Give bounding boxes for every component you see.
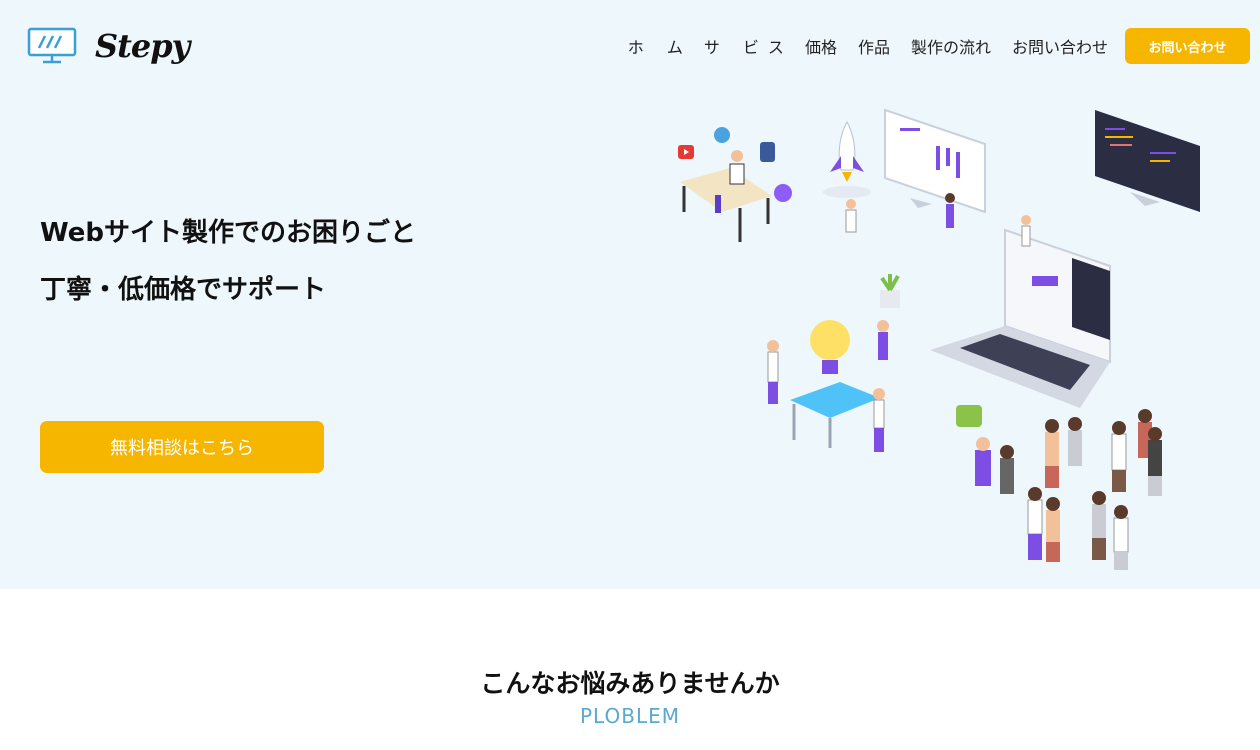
problem-section-subtitle: PLOBLEM	[580, 704, 680, 728]
hero-illustration	[678, 108, 1200, 570]
problem-section-title: こんなお悩みありませんか	[480, 669, 780, 698]
facebook-icon	[760, 142, 775, 162]
instagram-icon	[774, 184, 792, 202]
nav-contact[interactable]: お問い合わせ	[1012, 34, 1108, 58]
headline-line-2: 丁寧・低価格でサポート	[40, 275, 327, 305]
main-nav: ホ ム サ ビス 価格 作品 製作の流れ お問い合わせ	[628, 34, 1108, 58]
lightbulb-icon	[810, 320, 850, 374]
site-logo[interactable]: Stepy	[27, 26, 190, 66]
rocket-icon	[823, 120, 871, 198]
twitter-icon	[714, 127, 730, 143]
meeting-table	[790, 382, 880, 448]
nav-service[interactable]: サ ビス	[704, 34, 793, 58]
coffee-cup-icon	[956, 405, 982, 427]
headline-line-1: Webサイト製作でのお困りごと	[40, 218, 416, 248]
laptop-icon	[930, 228, 1111, 408]
code-monitor	[1095, 110, 1200, 212]
nav-flow[interactable]: 製作の流れ	[911, 34, 991, 58]
nav-works[interactable]: 作品	[858, 34, 890, 58]
free-consultation-button[interactable]: 無料相談はこちら	[40, 421, 324, 473]
nav-home[interactable]: ホ ム	[628, 34, 692, 58]
brand-name: Stepy	[95, 27, 190, 65]
plant-icon	[880, 274, 900, 308]
desk-scene	[680, 150, 772, 242]
monitor-chart	[884, 108, 986, 214]
hero-headline: Webサイト製作でのお困りごと 丁寧・低価格でサポート	[40, 205, 416, 319]
youtube-icon	[678, 145, 694, 159]
nav-price[interactable]: 価格	[805, 34, 837, 58]
monitor-icon	[27, 27, 77, 64]
hero-section: Stepy ホ ム サ ビス 価格 作品 製作の流れ お問い合わせ お問い合わせ…	[0, 0, 1260, 589]
header-contact-button[interactable]: お問い合わせ	[1125, 28, 1250, 64]
people-group	[767, 193, 1162, 570]
